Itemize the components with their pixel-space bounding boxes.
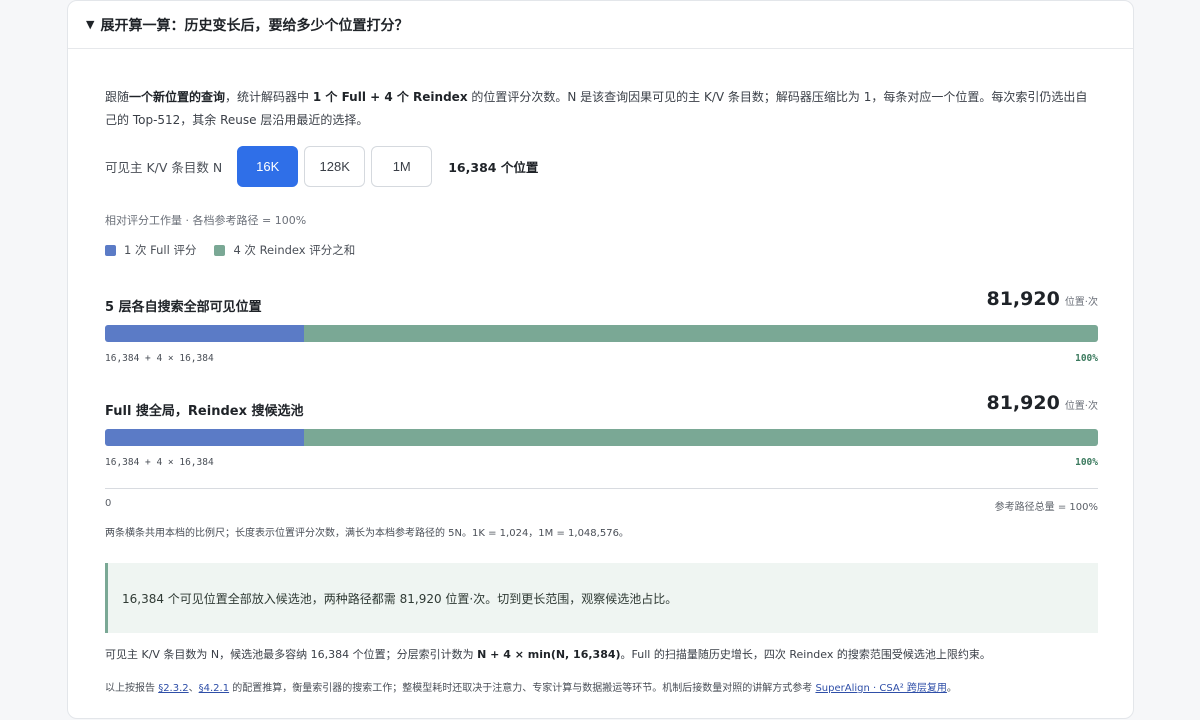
link-superalign[interactable]: SuperAlign · CSA² 跨层复用 [815, 683, 946, 694]
row-title: 5 层各自搜索全部可见位置 [105, 300, 262, 315]
footnote: 以上按报告 §2.3.2、§4.2.1 的配置推算，衡量索引器的搜索工作；整模型… [105, 679, 1098, 694]
row-formula: 16,384 + 4 × 16,384 [105, 353, 214, 364]
n-selector: 可见主 K/V 条目数 N 16K 128K 1M 16,384 个位置 [105, 146, 1098, 187]
positions-count: 16,384 个位置 [448, 160, 539, 175]
explain-formula: N + 4 × min(N, 16,384) [477, 648, 621, 661]
scale-note: 相对评分工作量 · 各档参考路径 = 100% [105, 214, 307, 227]
details-body: 跟随一个新位置的查询，统计解码器中 1 个 Full + 4 个 Reindex… [105, 49, 1098, 694]
footnote-text-1: 以上按报告 [105, 683, 159, 694]
n-option-1m[interactable]: 1M [371, 146, 433, 187]
bar-segment-full [105, 429, 304, 446]
footnote-separator: 、 [188, 683, 199, 694]
result-callout: 16,384 个可见位置全部放入候选池，两种路径都需 81,920 位置·次。切… [105, 563, 1098, 633]
expand-triangle-icon: ▼ [86, 18, 95, 31]
row-value-unit: 位置·次 [1064, 401, 1098, 412]
row-value-number: 81,920 [986, 392, 1060, 414]
footnote-text-3: 。 [946, 683, 957, 694]
explanation: 可见主 K/V 条目数为 N，候选池最多容纳 16,384 个位置；分层索引计数… [105, 646, 1098, 662]
axis-note: 两条横条共用本档的比例尺；长度表示位置评分次数，满长为本档参考路径的 5N。1K… [105, 528, 629, 539]
row-value-number: 81,920 [986, 288, 1060, 310]
link-section-4-2-1[interactable]: §4.2.1 [199, 683, 229, 694]
n-selector-label: 可见主 K/V 条目数 N [105, 160, 223, 175]
n-option-128k[interactable]: 128K [304, 146, 366, 187]
details-summary[interactable]: ▼ 展开算一算：历史变长后，要给多少个位置打分？ [68, 1, 1133, 49]
bar-axis: 0 参考路径总量 = 100% [105, 488, 1098, 513]
bar-segment-full [105, 325, 304, 342]
comparison-row-candidate-pool: Full 搜全局，Reindex 搜候选池 81,920 位置·次 16,384… [105, 392, 1098, 496]
legend-label-reindex: 4 次 Reindex 评分之和 [233, 243, 356, 257]
legend: 1 次 Full 评分 4 次 Reindex 评分之和 [105, 242, 1098, 258]
axis-zero-label: 0 [105, 498, 112, 509]
row-value: 81,920 位置·次 [986, 392, 1098, 414]
stacked-bar [105, 429, 1098, 446]
row-value: 81,920 位置·次 [986, 288, 1098, 310]
bar-segment-reindex [303, 325, 1098, 342]
legend-item-reindex: 4 次 Reindex 评分之和 [214, 242, 355, 258]
comparison-row-baseline: 5 层各自搜索全部可见位置 81,920 位置·次 16,384 + 4 × 1… [105, 288, 1098, 392]
n-option-16k[interactable]: 16K [237, 146, 299, 187]
row-formula: 16,384 + 4 × 16,384 [105, 457, 214, 468]
expandable-card: ▼ 展开算一算：历史变长后，要给多少个位置打分？ 跟随一个新位置的查询，统计解码… [67, 0, 1134, 719]
row-percent: 100% [1075, 353, 1098, 364]
intro-paragraph: 跟随一个新位置的查询，统计解码器中 1 个 Full + 4 个 Reindex… [105, 86, 1098, 132]
row-percent: 100% [1075, 457, 1098, 468]
stacked-bar [105, 325, 1098, 342]
row-value-unit: 位置·次 [1064, 297, 1098, 308]
link-section-2-3-2[interactable]: §2.3.2 [158, 683, 188, 694]
bar-segment-reindex [303, 429, 1098, 446]
explain-text-1: 可见主 K/V 条目数为 N，候选池最多容纳 16,384 个位置；分层索引计数… [105, 648, 478, 661]
legend-swatch-full [105, 244, 116, 256]
legend-swatch-reindex [214, 244, 226, 256]
row-title: Full 搜全局，Reindex 搜候选池 [105, 404, 304, 419]
intro-text-1: 跟随 [105, 90, 130, 104]
intro-bold-query: 一个新位置的查询 [129, 90, 226, 104]
legend-item-full: 1 次 Full 评分 [105, 242, 196, 258]
legend-label-full: 1 次 Full 评分 [124, 243, 197, 257]
summary-title: 展开算一算：历史变长后，要给多少个位置打分？ [100, 17, 409, 34]
explain-text-2: 。Full 的扫描量随历史增长，四次 Reindex 的搜索范围受候选池上限约束… [620, 648, 991, 661]
axis-reference-label: 参考路径总量 = 100% [994, 502, 1098, 513]
intro-bold-count: 1 个 Full + 4 个 Reindex [312, 90, 468, 104]
footnote-text-2: 的配置推算，衡量索引器的搜索工作；整模型耗时还取决于注意力、专家计算与数据搬运等… [229, 683, 816, 694]
intro-text-2: ，统计解码器中 [225, 90, 313, 104]
